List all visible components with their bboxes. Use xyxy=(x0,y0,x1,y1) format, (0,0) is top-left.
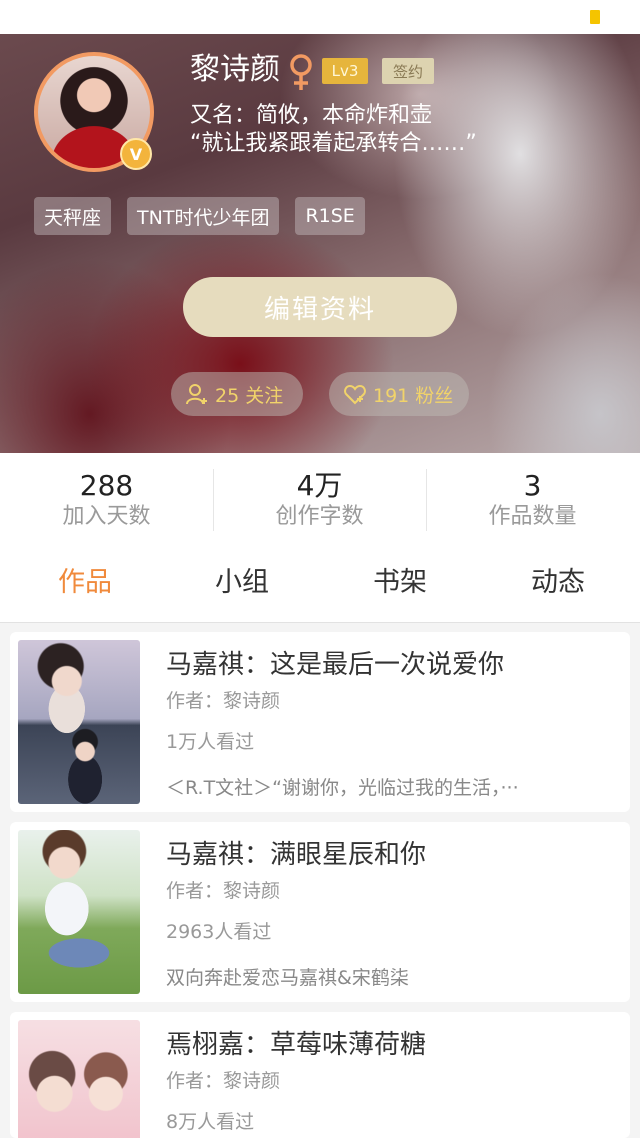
tab-bar: 作品 小组 书架 动态 xyxy=(0,545,640,623)
tag-list: 天秤座 TNT时代少年团 R1SE xyxy=(34,197,365,235)
stat-value: 4万 xyxy=(296,469,343,502)
work-card[interactable]: 马嘉祺：这是最后一次说爱你 作者：黎诗颜 1万人看过 ＜R.T文社＞“谢谢你，光… xyxy=(10,632,630,812)
work-card[interactable]: 焉栩嘉：草莓味薄荷糖 作者：黎诗颜 8万人看过 xyxy=(10,1012,630,1138)
user-alias: 又名：简攸，本命炸和壶 xyxy=(190,103,433,128)
stat-label: 作品数量 xyxy=(488,504,577,529)
battery-icon xyxy=(590,10,600,24)
stat-label: 加入天数 xyxy=(62,504,151,529)
fans-button[interactable]: 191 粉丝 xyxy=(329,372,469,416)
stat-value: 3 xyxy=(523,469,542,502)
signed-badge: 签约 xyxy=(382,58,434,84)
stat-join-days: 288 加入天数 xyxy=(0,469,213,531)
work-title: 焉栩嘉：草莓味薄荷糖 xyxy=(166,1030,427,1060)
work-title: 马嘉祺：满眼星辰和你 xyxy=(166,840,427,870)
status-bar xyxy=(0,0,640,34)
profile-page: V 黎诗颜 Lv3 签约 又名：简攸，本命炸和壶 “就让我紧跟着起承转合……” … xyxy=(0,0,640,1138)
work-author: 作者：黎诗颜 xyxy=(166,1070,281,1092)
stats-bar: 288 加入天数 4万 创作字数 3 作品数量 xyxy=(0,453,640,545)
work-description: ＜R.T文社＞“谢谢你，光临过我的生活，··· xyxy=(166,777,519,799)
stat-label: 创作字数 xyxy=(275,504,364,529)
stat-value: 288 xyxy=(79,469,134,502)
add-user-icon xyxy=(186,384,207,405)
work-cover-image xyxy=(18,830,140,994)
work-title: 马嘉祺：这是最后一次说爱你 xyxy=(166,650,505,680)
work-views: 8万人看过 xyxy=(166,1111,255,1133)
user-name: 黎诗颜 xyxy=(190,52,280,87)
fans-label: 191 粉丝 xyxy=(373,384,454,407)
stat-work-count: 3 作品数量 xyxy=(426,469,639,531)
verified-badge-icon: V xyxy=(120,138,152,170)
tag-item[interactable]: 天秤座 xyxy=(34,197,112,235)
stat-word-count: 4万 创作字数 xyxy=(213,469,426,531)
tab-bookshelf[interactable]: 书架 xyxy=(373,563,427,603)
tab-groups[interactable]: 小组 xyxy=(215,563,269,603)
level-badge: Lv3 xyxy=(322,58,368,84)
heart-icon xyxy=(344,384,366,405)
edit-profile-button[interactable]: 编辑资料 xyxy=(183,277,457,337)
work-description: 双向奔赴爱恋马嘉祺&宋鹤柒 xyxy=(166,967,409,989)
following-label: 25 关注 xyxy=(215,384,284,407)
work-cover-image xyxy=(18,1020,140,1138)
work-card[interactable]: 马嘉祺：满眼星辰和你 作者：黎诗颜 2963人看过 双向奔赴爱恋马嘉祺&宋鹤柒 xyxy=(10,822,630,1002)
female-icon xyxy=(290,54,312,90)
tag-item[interactable]: TNT时代少年团 xyxy=(127,197,280,235)
user-quote: “就让我紧跟着起承转合……” xyxy=(190,131,477,156)
work-author: 作者：黎诗颜 xyxy=(166,690,281,712)
work-views: 1万人看过 xyxy=(166,731,255,753)
work-cover-image xyxy=(18,640,140,804)
following-button[interactable]: 25 关注 xyxy=(171,372,303,416)
work-views: 2963人看过 xyxy=(166,921,272,943)
profile-header: V 黎诗颜 Lv3 签约 又名：简攸，本命炸和壶 “就让我紧跟着起承转合……” … xyxy=(0,34,640,453)
tab-works[interactable]: 作品 xyxy=(58,563,112,603)
tab-activity[interactable]: 动态 xyxy=(531,563,585,603)
work-author: 作者：黎诗颜 xyxy=(166,880,281,902)
tag-item[interactable]: R1SE xyxy=(295,197,365,235)
